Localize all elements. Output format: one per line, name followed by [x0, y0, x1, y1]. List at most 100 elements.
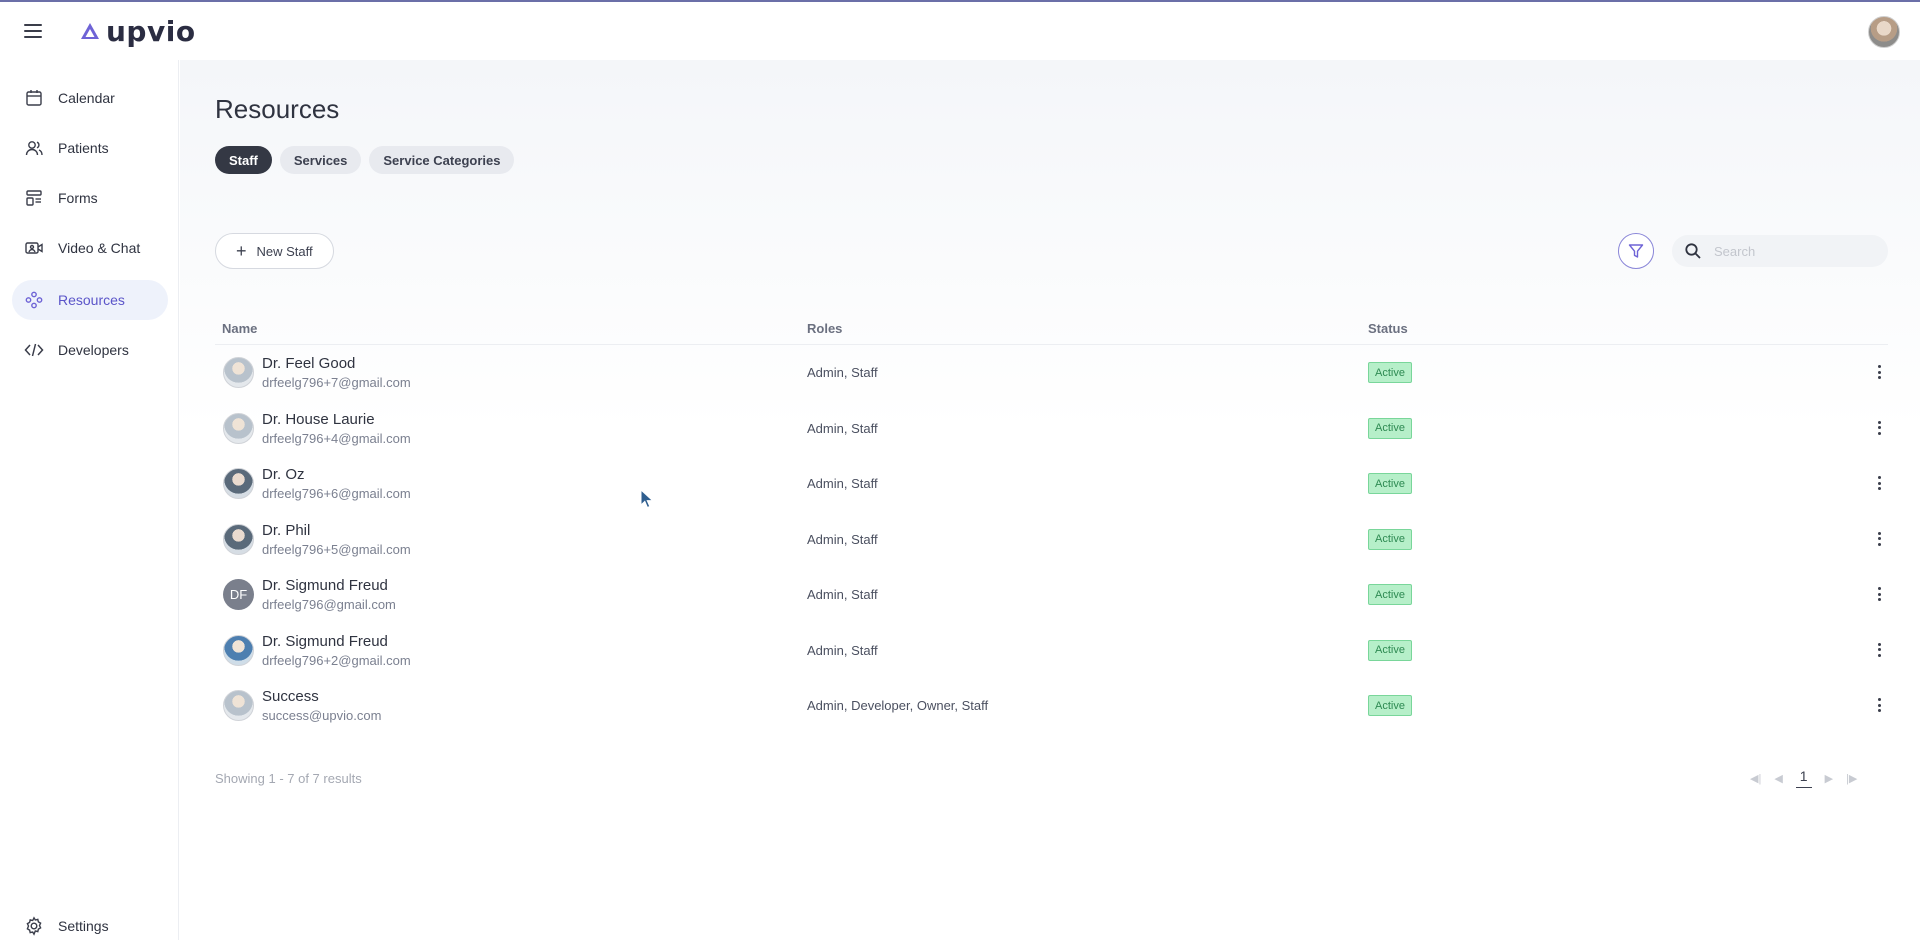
sidebar: Calendar Patients Forms Video & Chat Res…: [0, 60, 179, 940]
staff-email: drfeelg796+7@gmail.com: [262, 375, 411, 390]
status-badge: Active: [1368, 695, 1412, 716]
table-row[interactable]: Dr. Feel Good drfeelg796+7@gmail.com Adm…: [215, 345, 1888, 401]
staff-email: drfeelg796+2@gmail.com: [262, 652, 411, 668]
tab-service-categories[interactable]: Service Categories: [369, 146, 515, 174]
staff-name: Dr. House Laurie: [262, 410, 375, 428]
sidebar-item-developers[interactable]: Developers: [12, 330, 168, 370]
page-title: Resources: [215, 94, 340, 124]
sidebar-item-forms[interactable]: Forms: [12, 178, 168, 218]
row-menu-icon[interactable]: [1875, 418, 1883, 438]
staff-roles: Admin, Developer, Owner, Staff: [807, 698, 989, 713]
staff-name: Dr. Phil: [262, 521, 311, 539]
column-header-status[interactable]: Status: [1368, 321, 1408, 336]
page-number[interactable]: 1: [1795, 768, 1812, 788]
sidebar-item-settings[interactable]: Settings: [12, 906, 168, 940]
row-menu-icon[interactable]: [1875, 473, 1883, 493]
sidebar-item-patients[interactable]: Patients: [12, 128, 168, 168]
avatar: [223, 357, 254, 388]
staff-roles: Admin, Staff: [807, 642, 878, 658]
first-page-icon[interactable]: ◀​|: [1750, 772, 1761, 785]
staff-roles: Admin, Staff: [807, 531, 878, 547]
staff-roles: Admin, Staff: [807, 587, 878, 602]
user-avatar[interactable]: [1868, 16, 1900, 48]
logo-triangle-icon: [81, 23, 99, 39]
column-header-name[interactable]: Name: [222, 321, 257, 336]
brand-name: upvio: [106, 14, 196, 48]
staff-email: drfeelg796+6@gmail.com: [262, 486, 411, 501]
main-content: Resources Staff Services Service Categor…: [180, 60, 1920, 940]
menu-icon[interactable]: [22, 21, 44, 41]
table-header: Name Roles Status: [215, 315, 1888, 345]
staff-email: success@upvio.com: [262, 708, 382, 723]
row-menu-icon[interactable]: [1875, 362, 1883, 382]
new-staff-label: New Staff: [256, 243, 313, 259]
table-row[interactable]: Dr. Sigmund Freud drfeelg796+2@gmail.com…: [215, 623, 1888, 679]
status-badge: Active: [1368, 528, 1412, 550]
gear-icon: [26, 916, 42, 936]
forms-icon: [26, 190, 42, 206]
table-row[interactable]: Success success@upvio.com Admin, Develop…: [215, 678, 1888, 734]
row-menu-icon[interactable]: [1875, 695, 1883, 715]
avatar: [223, 634, 254, 666]
sidebar-item-resources[interactable]: Resources: [12, 280, 168, 320]
row-menu-icon[interactable]: [1875, 640, 1883, 660]
sidebar-item-label: Calendar: [58, 90, 115, 106]
search-input[interactable]: [1714, 243, 1874, 259]
filter-button[interactable]: [1618, 233, 1654, 269]
avatar: [223, 412, 254, 444]
sidebar-item-label: Forms: [58, 190, 98, 206]
next-page-icon[interactable]: ▶: [1825, 772, 1833, 785]
avatar: [223, 468, 254, 499]
staff-email: drfeelg796+4@gmail.com: [262, 430, 411, 446]
status-badge: Active: [1368, 584, 1412, 605]
table-row[interactable]: Dr. House Laurie drfeelg796+4@gmail.com …: [215, 401, 1888, 457]
logo[interactable]: upvio: [80, 14, 196, 48]
new-staff-button[interactable]: + New Staff: [215, 233, 334, 269]
sidebar-item-label: Video & Chat: [58, 240, 141, 256]
staff-name: Dr. Oz: [262, 466, 305, 483]
avatar: [223, 523, 254, 555]
status-badge: Active: [1368, 639, 1412, 661]
tab-services[interactable]: Services: [279, 146, 362, 174]
staff-name: Dr. Sigmund Freud: [262, 632, 388, 650]
staff-roles: Admin, Staff: [807, 476, 878, 491]
status-badge: Active: [1368, 362, 1412, 383]
avatar: [223, 690, 254, 721]
sidebar-item-label: Developers: [58, 342, 129, 358]
table-row[interactable]: Dr. Phil drfeelg796+5@gmail.com Admin, S…: [215, 512, 1888, 568]
sidebar-item-calendar[interactable]: Calendar: [12, 78, 168, 118]
staff-email: drfeelg796@gmail.com: [262, 597, 396, 612]
sidebar-item-label: Settings: [58, 918, 109, 934]
users-icon: [25, 141, 43, 156]
table-row[interactable]: Dr. Oz drfeelg796+6@gmail.com Admin, Sta…: [215, 456, 1888, 512]
status-badge: Active: [1368, 473, 1412, 494]
code-icon: [24, 343, 44, 357]
staff-table: Dr. Feel Good drfeelg796+7@gmail.com Adm…: [215, 345, 1888, 734]
results-summary: Showing 1 - 7 of 7 results: [215, 771, 362, 786]
sidebar-item-label: Resources: [58, 292, 125, 308]
column-header-roles[interactable]: Roles: [807, 321, 842, 336]
staff-name: Success: [262, 688, 319, 705]
top-bar: upvio: [0, 0, 1920, 60]
search-icon: [1685, 243, 1701, 259]
sidebar-item-label: Patients: [58, 140, 109, 156]
resources-icon: [25, 291, 43, 309]
staff-email: drfeelg796+5@gmail.com: [262, 541, 411, 557]
staff-roles: Admin, Staff: [807, 365, 878, 380]
staff-roles: Admin, Staff: [807, 420, 878, 436]
mouse-cursor-icon: [640, 489, 654, 509]
sidebar-item-video-chat[interactable]: Video & Chat: [12, 228, 168, 268]
status-badge: Active: [1368, 417, 1412, 439]
row-menu-icon[interactable]: [1875, 529, 1883, 549]
filter-icon: [1628, 244, 1644, 258]
staff-name: Dr. Sigmund Freud: [262, 577, 388, 594]
table-row[interactable]: DF Dr. Sigmund Freud drfeelg796@gmail.co…: [215, 567, 1888, 623]
previous-page-icon[interactable]: ◀: [1774, 772, 1782, 785]
video-icon: [25, 242, 43, 254]
row-menu-icon[interactable]: [1875, 584, 1883, 604]
pagination: ◀​| ◀ 1 ▶ |▶: [1750, 766, 1857, 790]
last-page-icon[interactable]: |▶: [1846, 772, 1857, 785]
staff-name: Dr. Feel Good: [262, 355, 356, 372]
tab-staff[interactable]: Staff: [215, 146, 272, 174]
tab-bar: Staff Services Service Categories: [215, 146, 515, 174]
